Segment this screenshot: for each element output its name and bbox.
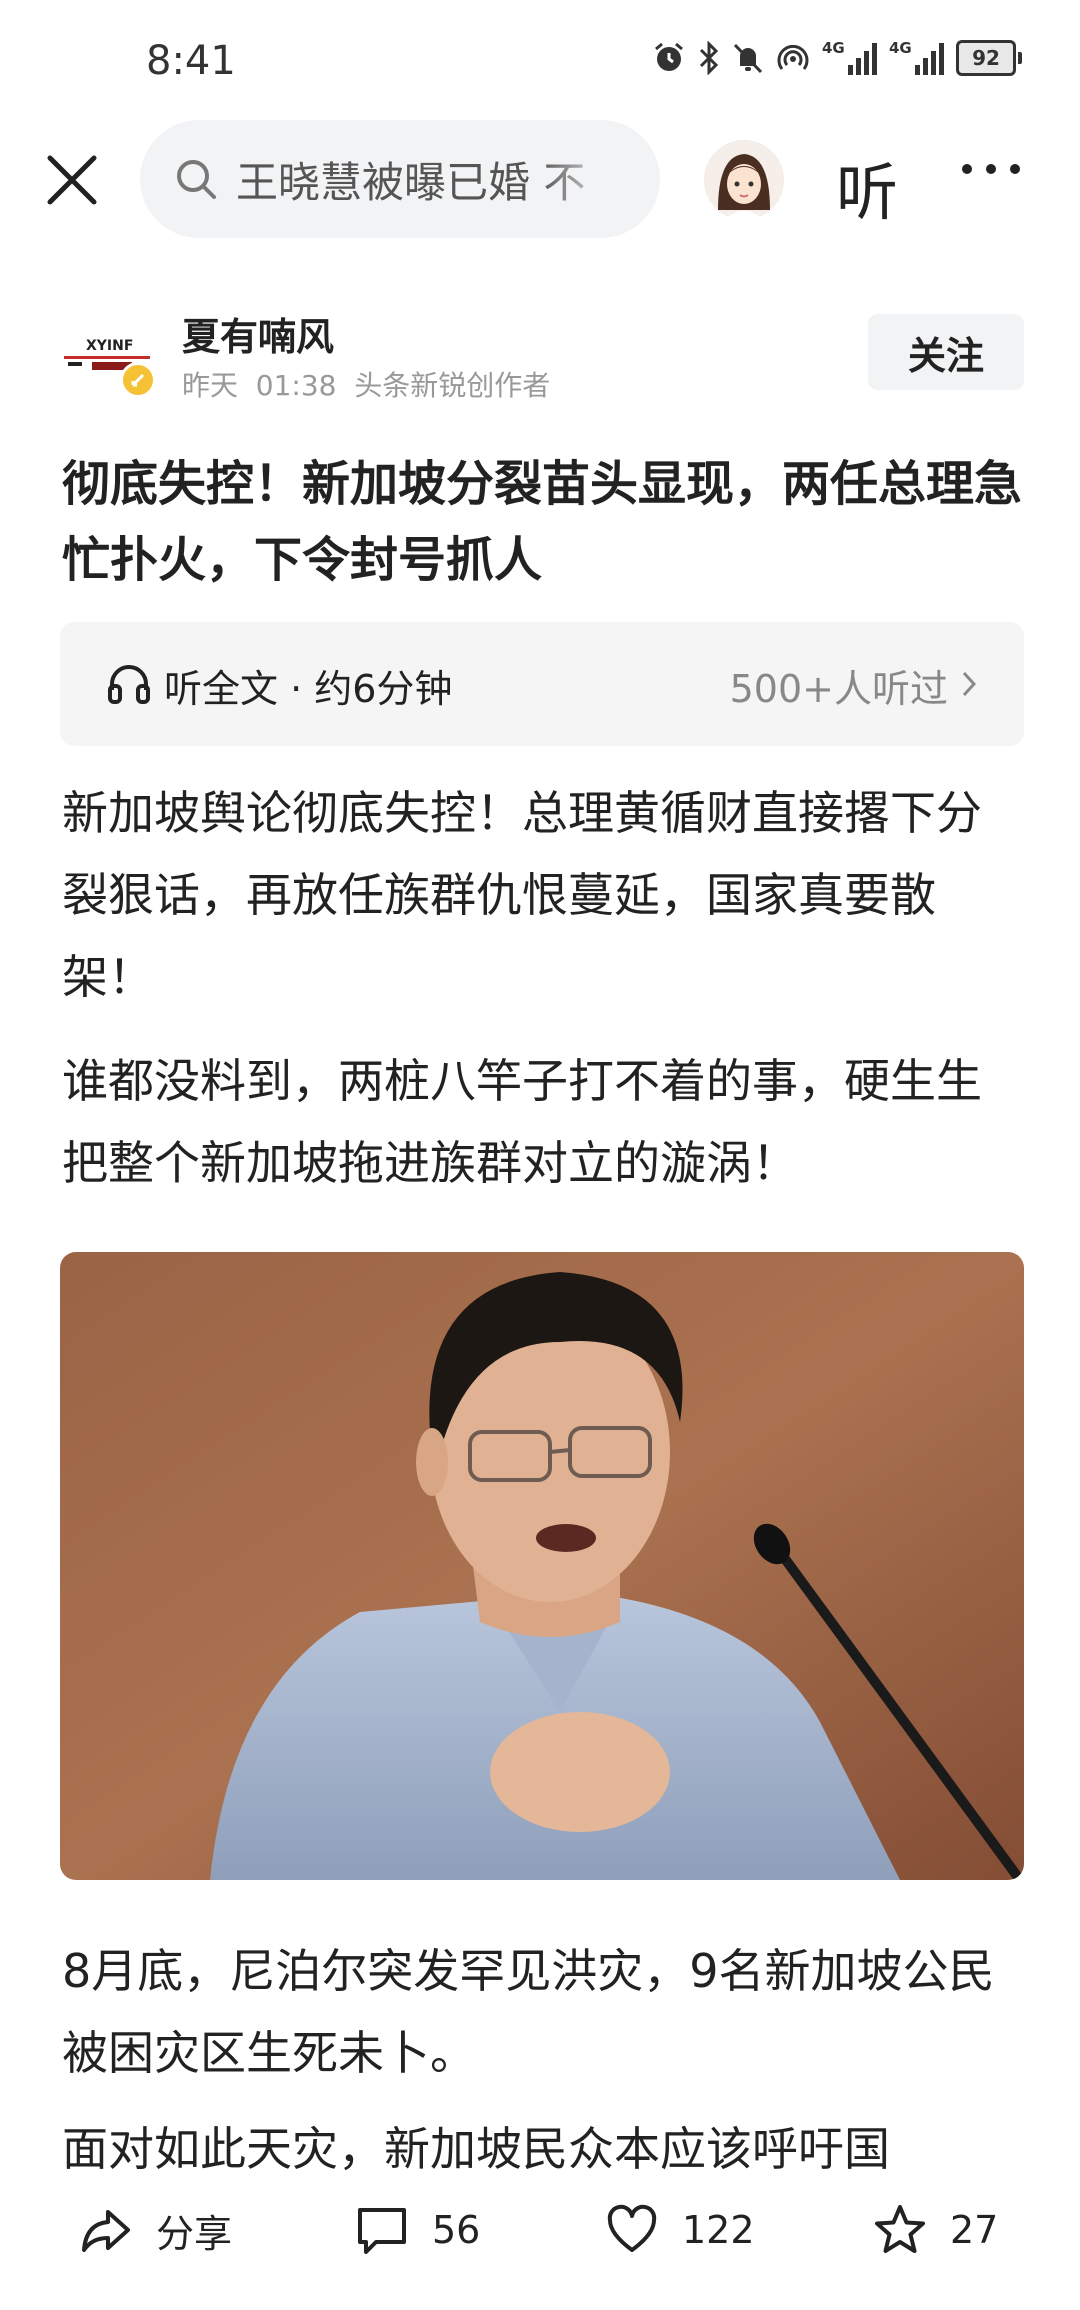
follow-button[interactable]: 关注 [868, 314, 1024, 390]
status-icons: 4G 4G 92 [652, 39, 1022, 76]
cell-signal-2-icon: 4G [889, 39, 944, 75]
headphones-icon [108, 665, 150, 704]
share-button[interactable]: 分享 [78, 2202, 232, 2258]
battery-level: 92 [956, 40, 1016, 76]
article-photo-image [60, 1252, 1024, 1880]
article-paragraph: 8月底，尼泊尔突发罕见洪灾，9名新加坡公民被困灾区生死未卜。 [62, 1944, 995, 2080]
user-avatar[interactable] [704, 140, 784, 220]
comment-button[interactable]: 56 [354, 2202, 480, 2258]
listen-full-text-bar[interactable]: 听全文 · 约6分钟 500+人听过 [60, 622, 1024, 746]
status-bar: 8:41 4G 4G 92 [0, 0, 1080, 120]
article-photo[interactable] [60, 1252, 1024, 1880]
creator-badge-icon [120, 362, 156, 398]
close-icon[interactable] [42, 150, 102, 210]
article-paragraph: 谁都没料到，两桩八竿子打不着的事，硬生生把整个新加坡拖进族群对立的漩涡！ [62, 1054, 982, 1190]
article-paragraph: 面对如此天灾，新加坡民众本应该呼吁国 [62, 2122, 890, 2172]
author-row: XYINF 夏有喃风 昨天 01:38 头条新锐创作者 关注 [0, 300, 1080, 410]
author-name[interactable]: 夏有喃风 [182, 306, 334, 361]
share-icon [82, 2210, 130, 2252]
more-options-icon[interactable] [962, 164, 1020, 174]
search-query: 王晓慧被曝已婚 不 [236, 157, 586, 207]
star-icon [875, 2205, 925, 2253]
share-label: 分享 [156, 2211, 233, 2256]
chevron-right-icon [962, 671, 977, 697]
bluetooth-icon [699, 41, 719, 75]
cell-signal-1-icon: 4G [822, 39, 877, 75]
mute-bell-icon [733, 43, 763, 74]
comment-count: 56 [432, 2208, 481, 2252]
listen-count: 500+人听过 [729, 667, 948, 711]
article-paragraph: 新加坡舆论彻底失控！总理黄循财直接撂下分裂狠话，再放任族群仇恨蔓延，国家真要散架… [62, 786, 982, 1004]
heart-icon [607, 2204, 657, 2252]
avatar-illustration [704, 140, 784, 220]
alarm-icon [655, 42, 683, 71]
search-bar[interactable]: 王晓慧被曝已婚 不 [140, 120, 660, 238]
listen-button[interactable]: 听 [836, 142, 898, 232]
hotspot-icon [777, 44, 809, 70]
favorite-button[interactable]: 27 [872, 2202, 998, 2258]
network-type-2: 4G [889, 39, 912, 57]
listen-label: 听全文 · 约6分钟 [164, 667, 453, 711]
battery-icon: 92 [956, 40, 1022, 76]
status-time: 8:41 [146, 38, 236, 84]
top-nav: 王晓慧被曝已婚 不 听 [0, 120, 1080, 240]
like-button[interactable]: 122 [604, 2202, 755, 2258]
bottom-action-bar: 分享 56 122 27 [0, 2180, 1080, 2310]
search-icon [177, 160, 216, 199]
author-logo-text: XYINF [86, 338, 133, 354]
author-meta: 昨天 01:38 头条新锐创作者 [182, 369, 551, 402]
network-type-1: 4G [822, 39, 845, 57]
comment-icon [358, 2208, 406, 2254]
favorite-count: 27 [950, 2208, 999, 2252]
article-title: 彻底失控！新加坡分裂苗头显现，两任总理急忙扑火，下令封号抓人 [62, 456, 1023, 588]
like-count: 122 [682, 2208, 755, 2252]
